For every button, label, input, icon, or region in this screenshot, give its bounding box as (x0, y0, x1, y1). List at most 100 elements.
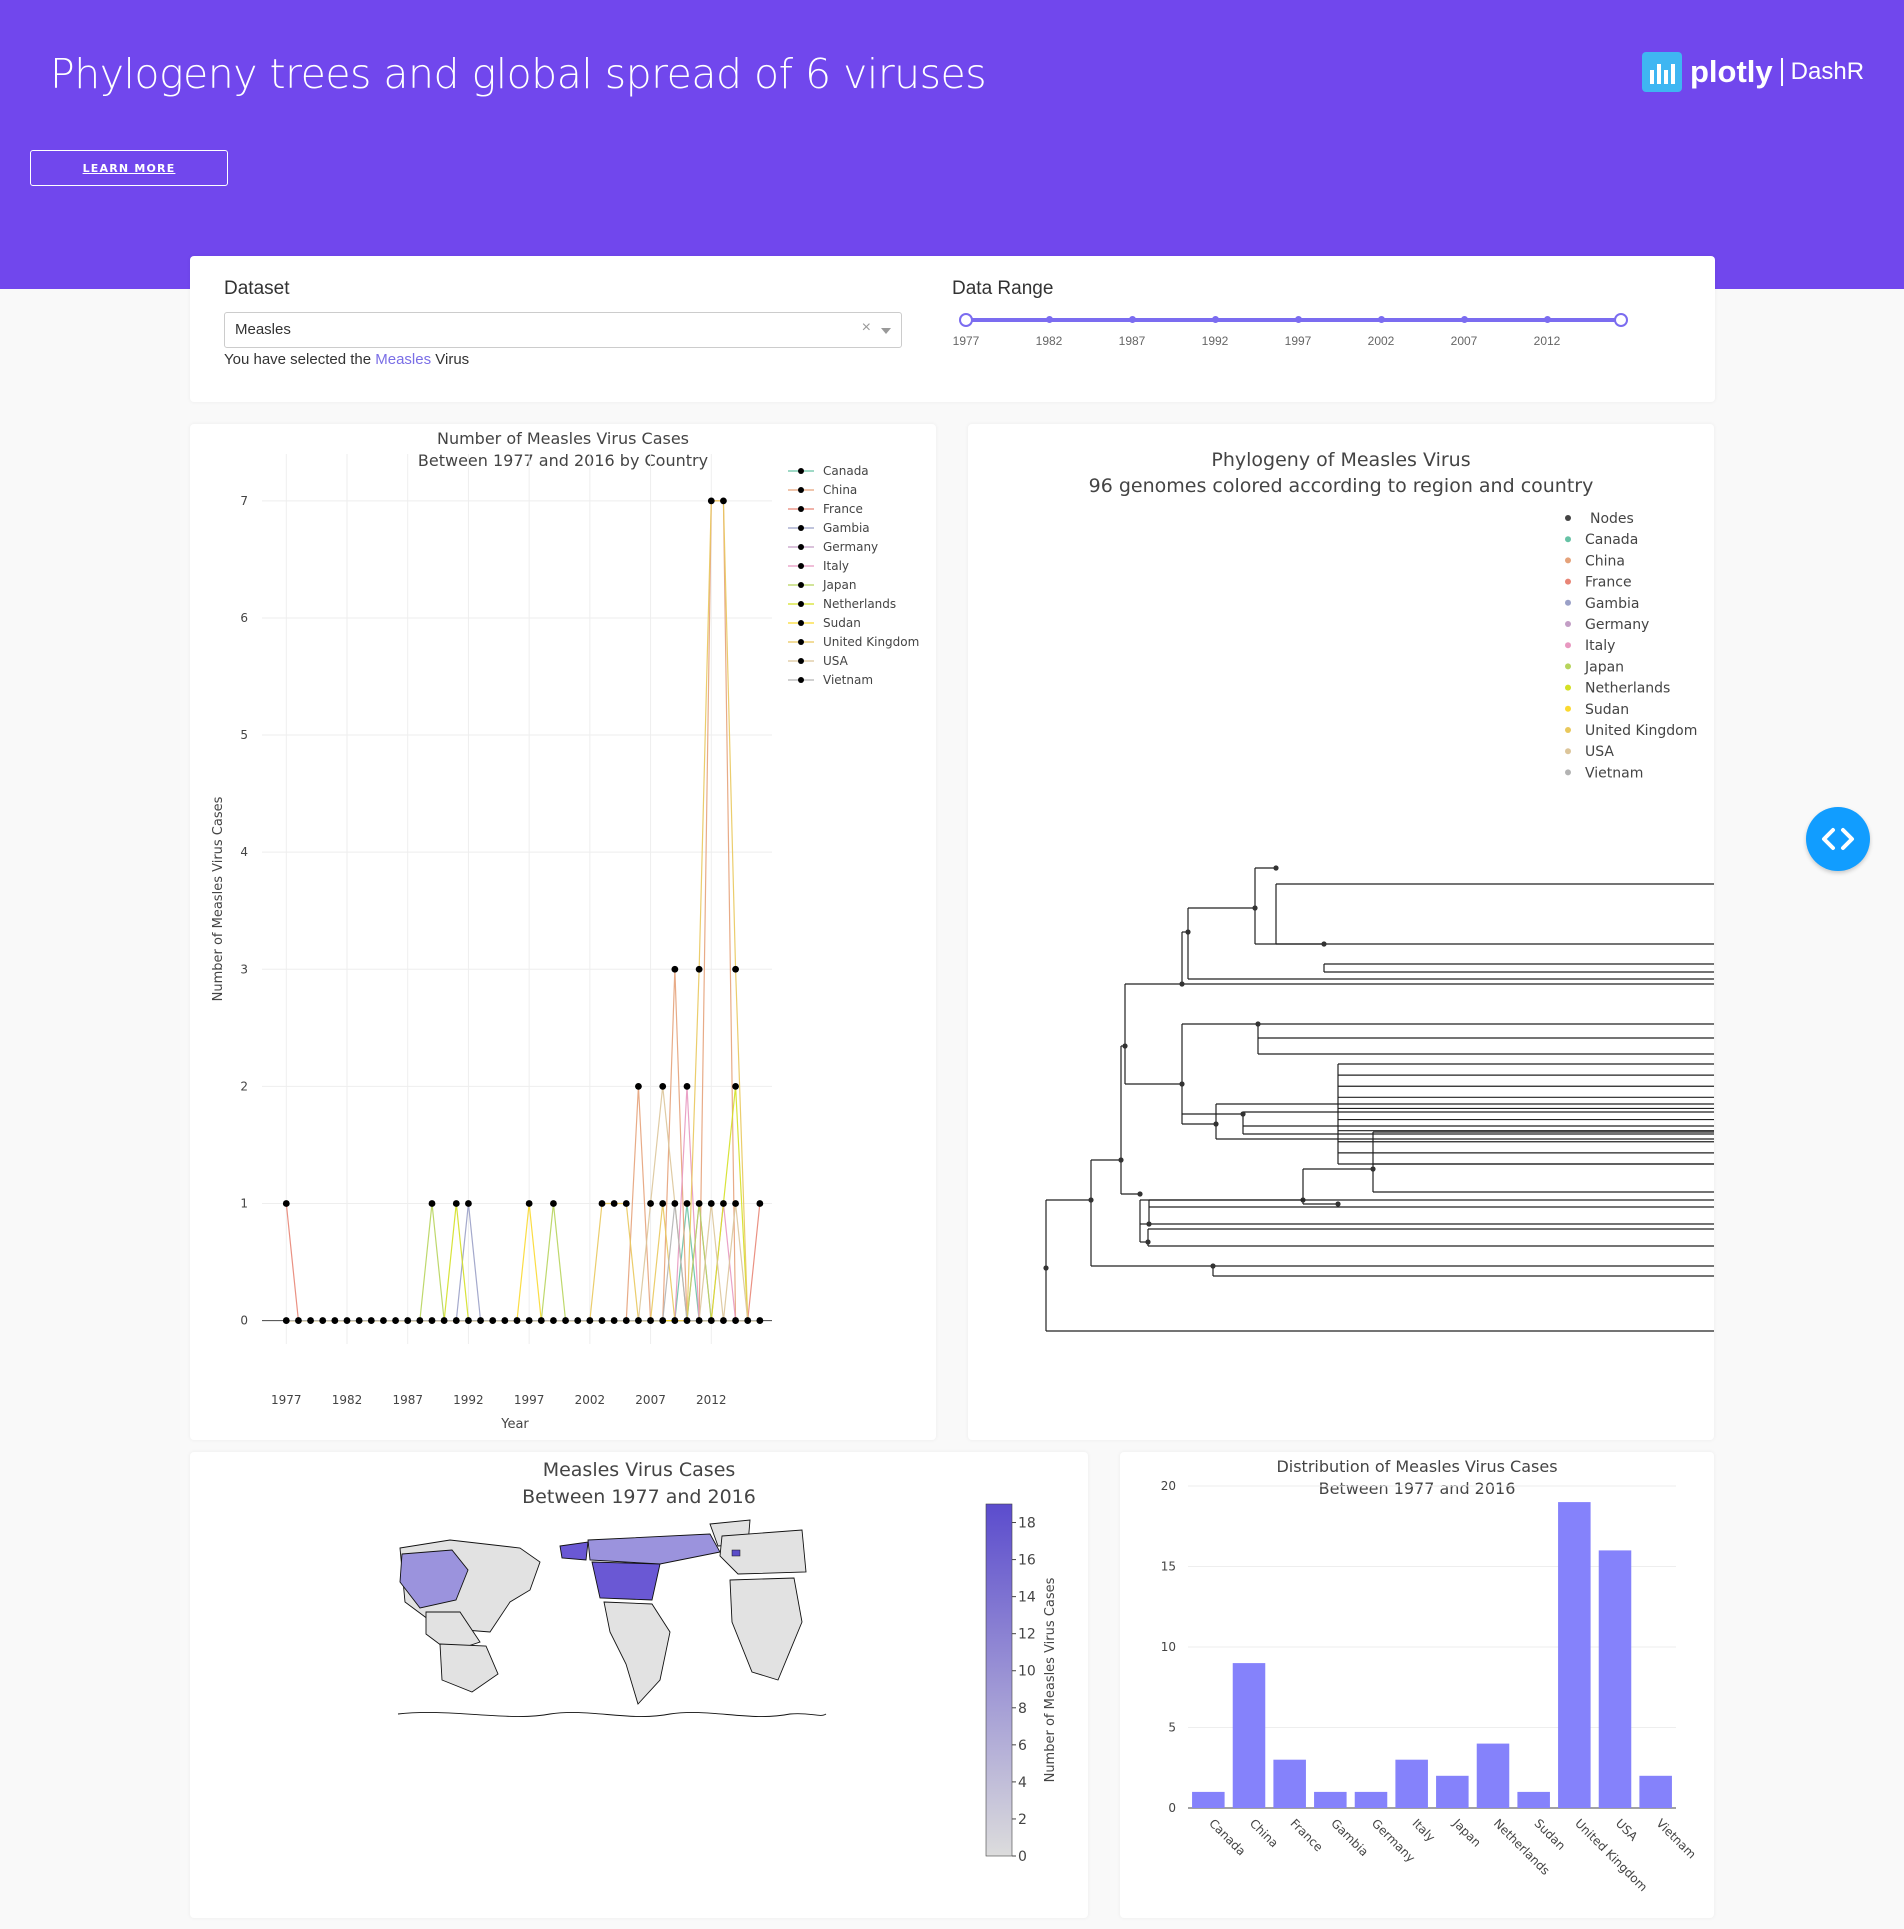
legend-label[interactable]: Sudan (823, 616, 861, 630)
data-point[interactable] (404, 1317, 412, 1324)
tree-node[interactable] (1145, 1239, 1151, 1245)
data-point[interactable] (392, 1317, 399, 1324)
legend-label[interactable]: Vietnam (823, 673, 873, 687)
australia-region[interactable] (439, 1643, 499, 1693)
data-point[interactable] (282, 1317, 290, 1324)
slider-mark[interactable] (1294, 316, 1302, 323)
latin-america-region[interactable] (603, 1601, 671, 1705)
tree-node[interactable] (1255, 1021, 1261, 1027)
data-point[interactable] (465, 1317, 472, 1324)
bar-italy[interactable] (1395, 1759, 1428, 1808)
legend-label[interactable]: Italy (823, 559, 849, 573)
legend-label[interactable]: Vietnam (1585, 765, 1643, 781)
data-point[interactable] (756, 1200, 764, 1207)
data-point[interactable] (452, 1317, 460, 1324)
slider-mark[interactable] (1543, 316, 1551, 323)
legend-label[interactable]: France (823, 502, 863, 516)
data-point[interactable] (525, 1200, 533, 1207)
data-point[interactable] (525, 1317, 533, 1324)
data-point[interactable] (513, 1317, 521, 1324)
tree-node[interactable] (1370, 1166, 1376, 1172)
data-point[interactable] (489, 1317, 497, 1324)
data-point[interactable] (319, 1317, 327, 1324)
data-point[interactable] (367, 1317, 375, 1324)
tree-node[interactable] (1252, 905, 1258, 911)
bar-usa[interactable] (1598, 1550, 1632, 1808)
legend-label[interactable]: Nodes (1590, 511, 1634, 527)
data-point[interactable] (659, 1317, 667, 1324)
data-point[interactable] (695, 965, 703, 973)
legend-label[interactable]: Germany (823, 540, 878, 554)
data-point[interactable] (695, 1317, 703, 1324)
legend-label[interactable]: Canada (823, 464, 869, 478)
legend-label[interactable]: Japan (822, 578, 856, 592)
legend-label[interactable]: China (1585, 553, 1625, 569)
bar-china[interactable] (1232, 1663, 1266, 1808)
legend-label[interactable]: Netherlands (823, 597, 896, 611)
cases-bar-chart[interactable]: Distribution of Measles Virus Cases Betwe… (1120, 1452, 1714, 1918)
data-point[interactable] (635, 1317, 642, 1324)
bar-france[interactable] (1273, 1759, 1306, 1808)
data-point[interactable] (331, 1317, 339, 1324)
legend-label[interactable]: France (1585, 575, 1632, 591)
data-point[interactable] (683, 1317, 691, 1324)
legend-label[interactable]: Gambia (1585, 596, 1639, 612)
usa-region[interactable] (591, 1561, 661, 1601)
data-point[interactable] (659, 1200, 667, 1207)
data-point[interactable] (477, 1317, 484, 1324)
data-point[interactable] (610, 1317, 618, 1324)
slider-handle-start[interactable] (959, 313, 973, 327)
data-point[interactable] (465, 1200, 472, 1207)
phylogeny-tree-chart[interactable]: Phylogeny of Measles Virus 96 genomes col… (968, 424, 1904, 1440)
data-point[interactable] (647, 1317, 654, 1324)
data-point[interactable] (707, 1200, 715, 1207)
data-point[interactable] (732, 1082, 739, 1090)
data-point[interactable] (550, 1200, 557, 1207)
data-point[interactable] (695, 1200, 703, 1207)
bar-japan[interactable] (1436, 1775, 1469, 1808)
legend-label[interactable]: Germany (1585, 617, 1649, 633)
data-point[interactable] (355, 1317, 363, 1324)
data-point[interactable] (732, 1200, 739, 1207)
legend-label[interactable]: Japan (1584, 659, 1624, 675)
data-point[interactable] (307, 1317, 314, 1324)
alaska-region[interactable] (559, 1541, 589, 1561)
data-point[interactable] (428, 1200, 436, 1207)
legend-label[interactable]: Canada (1585, 532, 1638, 548)
tree-node[interactable] (1335, 1201, 1341, 1207)
slider-mark[interactable] (1045, 316, 1053, 323)
slider-handle-end[interactable] (1614, 313, 1628, 327)
legend-label[interactable]: United Kingdom (823, 635, 919, 649)
tree-node[interactable] (1118, 1157, 1124, 1163)
slider-mark[interactable] (1460, 316, 1468, 323)
data-point[interactable] (574, 1317, 582, 1324)
tree-node[interactable] (1210, 1263, 1216, 1269)
data-point[interactable] (501, 1317, 509, 1324)
data-point[interactable] (537, 1317, 545, 1324)
data-point[interactable] (659, 1082, 667, 1090)
slider-mark[interactable] (1377, 316, 1385, 323)
plotly-dashr-logo[interactable]: plotly DashR (1642, 52, 1864, 92)
tree-node[interactable] (1088, 1197, 1094, 1203)
data-point[interactable] (671, 965, 679, 973)
tree-node[interactable] (1179, 1081, 1185, 1087)
learn-more-button[interactable]: LEARN MORE (30, 150, 228, 186)
data-point[interactable] (756, 1317, 764, 1324)
legend-label[interactable]: Italy (1585, 638, 1615, 654)
data-point[interactable] (647, 1200, 654, 1207)
legend-label[interactable]: Sudan (1585, 702, 1629, 718)
data-point[interactable] (610, 1200, 618, 1207)
chevron-down-icon[interactable] (881, 328, 891, 334)
data-point[interactable] (586, 1317, 594, 1324)
legend-label[interactable]: Gambia (823, 521, 870, 535)
canada-region[interactable] (587, 1533, 721, 1565)
tree-node[interactable] (1240, 1111, 1246, 1117)
series-line-china[interactable] (286, 500, 760, 1322)
data-point[interactable] (598, 1317, 606, 1324)
data-point[interactable] (562, 1317, 569, 1324)
data-point[interactable] (635, 1082, 642, 1090)
tree-node[interactable] (1137, 1191, 1143, 1197)
data-point[interactable] (683, 1200, 691, 1207)
data-point[interactable] (720, 1317, 727, 1324)
data-point[interactable] (720, 1200, 727, 1207)
